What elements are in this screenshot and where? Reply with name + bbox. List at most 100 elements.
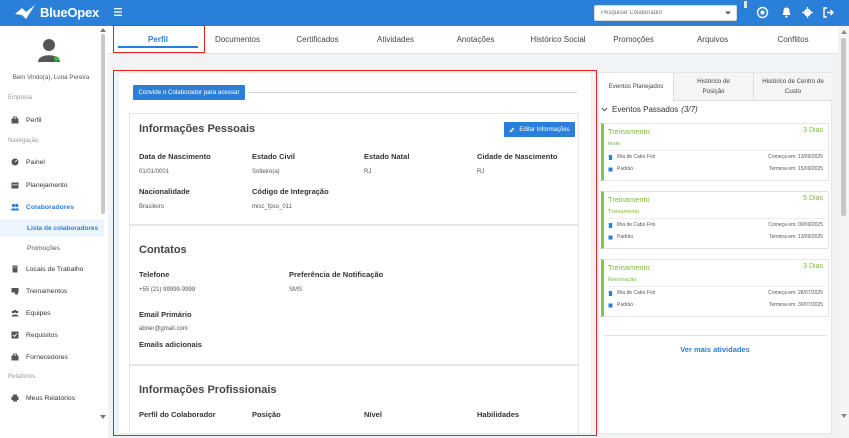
support-icon[interactable] [756,6,769,19]
employee-search-select[interactable] [594,5,737,21]
sidebar-item-requisitos[interactable]: Requisitos [0,326,104,344]
sidebar-item-label: Equipes [26,309,51,317]
event-type: Padrão [608,166,633,172]
sidebar-item-meus-relatorios[interactable]: Meus Relatórios [0,389,104,407]
chevron-down-icon [725,11,731,15]
tab-atividades[interactable]: Atividades [358,26,433,52]
sidebar-subitem-promocoes[interactable]: Promoções [0,239,104,257]
tag-icon [608,303,613,307]
profile-tabs: Perfil Documentos Certificados Atividade… [108,26,838,54]
page-scroll-thumb[interactable] [841,38,846,216]
page-scroll-up[interactable] [841,30,847,34]
sidebar-scroll-down[interactable] [100,415,106,419]
sidebar-item-label: Locais de Trabalho [26,265,84,273]
team-icon [11,309,19,317]
event-end-date: Termina em: 15/09/2025 [769,166,823,172]
sidebar-item-label: Painel [26,158,45,166]
app-logo[interactable]: BlueOpex [14,4,99,20]
event-location: Ilha de Cabo Frio [608,222,655,228]
past-events-count: (3/7) [681,105,698,114]
section-label-navegacao: Navegação [8,138,39,144]
training-icon [11,288,19,295]
sidebar-item-label: Planejamento [26,181,68,189]
past-events-title: Eventos Passados [612,105,679,114]
event-duration: 5 Dias [803,195,823,202]
sidebar-item-label: Perfil [26,116,42,124]
sidebar-item-planejamento[interactable]: Planejamento [0,176,104,194]
sidebar-item-label: Colaboradores [26,203,74,211]
past-events-header[interactable]: Eventos Passados (3/7) [599,105,698,114]
tab-historico-centro-custo[interactable]: Histórico de Centro de Custo [753,73,832,101]
sidebar-item-fornecedores[interactable]: Fornecedores [0,348,104,366]
sidebar-item-perfil[interactable]: Perfil [0,111,104,129]
tab-promocoes[interactable]: Promoções [596,26,671,52]
bell-icon[interactable] [780,6,793,19]
avatar[interactable] [37,38,61,64]
event-location-text: Ilha de Cabo Frio [617,222,656,228]
event-type-text: Padrão [617,302,634,308]
event-subtitle: Treinamento [608,209,640,215]
divider [608,286,826,287]
event-type: Padrão [608,234,633,240]
tag-icon [608,167,613,171]
sidebar-item-colaboradores[interactable]: Colaboradores [0,198,104,216]
highlight-box-panel [113,70,597,436]
divider [603,335,827,336]
event-end-date: Termina em: 13/09/2025 [769,234,823,240]
sidebar-item-equipes[interactable]: Equipes [0,304,104,322]
tab-historico-posicao[interactable]: Histórico de Posição [673,73,753,101]
menu-toggle-icon[interactable] [113,6,125,18]
tab-arquivos[interactable]: Arquivos [675,26,750,52]
app-name: BlueOpex [40,4,100,20]
event-location: Ilha de Cabo Frio [608,154,655,160]
event-end-date: Termina em: 30/07/2025 [769,302,823,308]
tab-historico-social[interactable]: Histórico Social [513,26,603,52]
event-subtitle: Renovação [608,277,637,283]
view-more-activities-link[interactable]: Ver mais atividades [599,345,831,354]
tab-documentos[interactable]: Documentos [200,26,275,52]
sidebar-subitem-lista-colaboradores[interactable]: Lista de colaboradores [0,219,104,237]
page-scroll-down[interactable] [841,414,847,418]
event-location-text: Ilha de Cabo Frio [617,154,656,160]
event-start-date: Começa em: 28/07/2025 [768,290,823,296]
event-card[interactable]: Treinamento 5 Dias Treinamento Ilha de C… [601,191,829,249]
sidebar-item-label: Treinamentos [26,287,68,295]
events-panel: Eventos Planejados Histórico de Posição … [598,72,832,434]
building-icon [608,290,613,296]
divider [608,150,826,151]
sidebar-scrollbar[interactable] [101,34,105,214]
employee-search-input[interactable] [595,6,715,20]
gear-icon[interactable] [801,6,814,19]
sidebar-item-locais[interactable]: Locais de Trabalho [0,260,104,278]
event-duration: 3 Dias [803,263,823,270]
printer-icon [11,394,19,402]
event-type-text: Padrão [617,166,634,172]
tab-conflitos[interactable]: Conflitos [753,26,833,52]
sidebar-scroll-up[interactable] [100,28,106,32]
event-type: Padrão [608,302,633,308]
welcome-text: Bem Vindo(a), Luna Pereira [12,74,90,81]
event-card[interactable]: Treinamento 3 Dias teste Ilha de Cabo Fr… [601,123,829,181]
page-scrollbar[interactable] [838,26,849,438]
logo-icon [15,5,35,19]
event-location: Ilha de Cabo Frio [608,290,655,296]
tab-anotacoes[interactable]: Anotações [438,26,513,52]
section-label-relatorios: Relatórios [8,374,36,380]
tab-eventos-planejados[interactable]: Eventos Planejados [599,73,673,101]
event-card[interactable]: Treinamento 3 Dias Renovação Ilha de Cab… [601,259,829,317]
sidebar-item-treinamentos[interactable]: Treinamentos [0,282,104,300]
users-icon [11,203,19,211]
tab-certificados[interactable]: Certificados [280,26,355,52]
sidebar-item-painel[interactable]: Painel [0,153,104,171]
event-location-text: Ilha de Cabo Frio [617,290,656,296]
sidebar-item-label: Requisitos [26,331,58,339]
calendar-icon [11,182,19,189]
sidebar-item-label: Meus Relatórios [26,394,76,402]
top-bar: BlueOpex [0,0,849,26]
briefcase-icon [11,116,19,124]
event-subtitle: teste [608,141,621,147]
tag-icon [608,235,613,239]
divider [608,218,826,219]
dashboard-icon [11,158,19,166]
logout-icon[interactable] [822,6,835,19]
